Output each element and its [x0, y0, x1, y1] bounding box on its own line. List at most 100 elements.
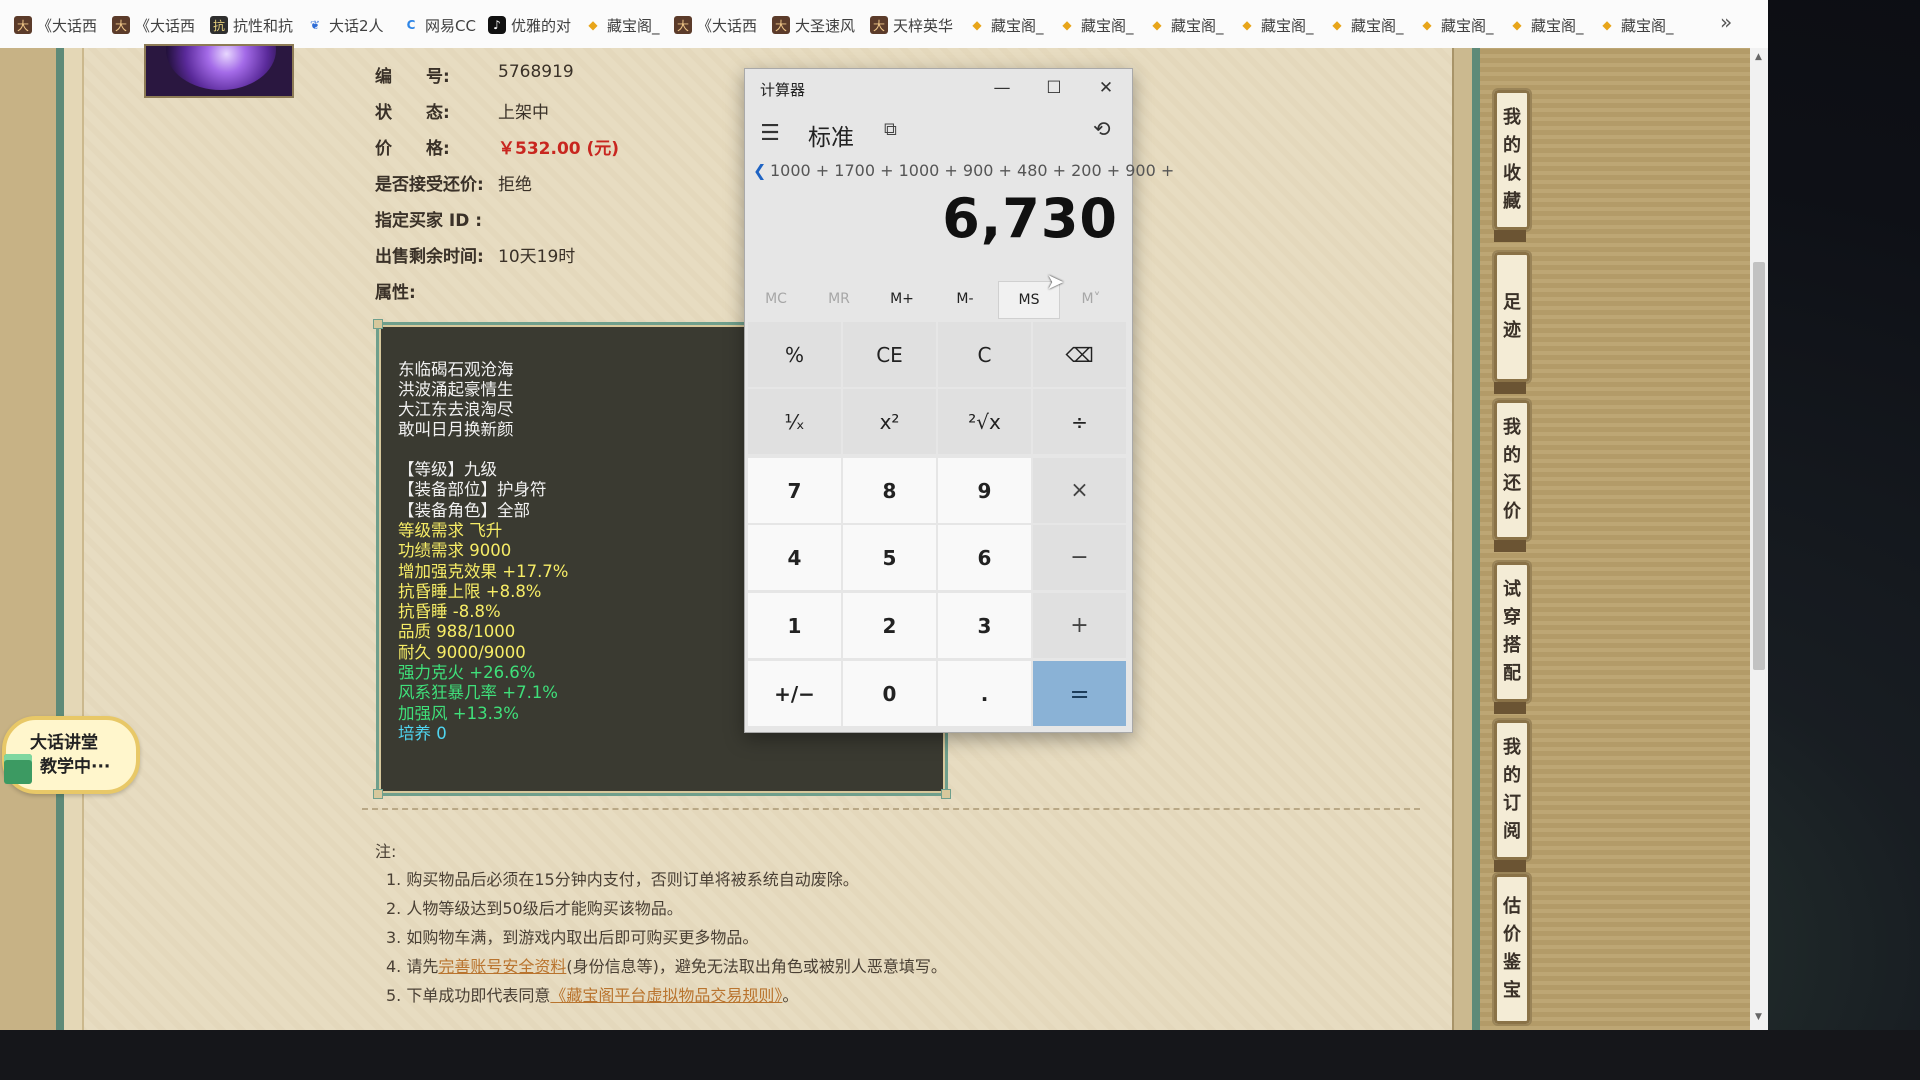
- bookmark-item[interactable]: ❦ 大话2人: [306, 12, 394, 38]
- attribute-line: 等级需求 飞升: [398, 520, 503, 540]
- digit-4-key[interactable]: 4: [748, 525, 841, 590]
- rail-button-char: 阅: [1503, 821, 1521, 842]
- cangbaoge-icon: ◆: [1602, 18, 1612, 32]
- bookmark-item[interactable]: 抗抗性和抗: [210, 12, 298, 38]
- tutor-badge-line2: 教学中···: [40, 757, 111, 777]
- panel-corner: [941, 789, 951, 799]
- rail-button[interactable]: 我的收藏: [1492, 88, 1532, 232]
- digit-3-key[interactable]: 3: [938, 593, 1031, 658]
- add-key[interactable]: +: [1033, 593, 1126, 658]
- bookmark-label: 天梓英华: [893, 16, 954, 35]
- multiply-key[interactable]: ×: [1033, 458, 1126, 523]
- memory-button[interactable]: M˅: [1061, 281, 1121, 317]
- bookmark-item[interactable]: ◆ 藏宝阁_: [1238, 12, 1320, 38]
- clear-key[interactable]: C: [938, 322, 1031, 387]
- memory-button[interactable]: MC: [746, 281, 806, 317]
- bookmark-item[interactable]: C 网易CC: [402, 12, 480, 38]
- bookmark-item[interactable]: 大《大话西: [14, 12, 104, 38]
- rail-button[interactable]: 试穿搭配: [1492, 560, 1532, 704]
- notes-title: 注:: [375, 842, 397, 861]
- bookmark-item[interactable]: 大大圣速风: [772, 12, 862, 38]
- note-link[interactable]: 《藏宝阁平台虚拟物品交易规则》: [550, 986, 782, 1005]
- memory-button[interactable]: M+: [872, 281, 932, 317]
- rail-button-char: 藏: [1503, 191, 1521, 212]
- cangbaoge-icon: ◆: [588, 18, 598, 32]
- digit-9-key[interactable]: 9: [938, 458, 1031, 523]
- item-id-label: 编 号:: [375, 67, 450, 87]
- bookmark-item[interactable]: ◆ 藏宝阁_: [1148, 12, 1230, 38]
- item-status-value: 上架中: [498, 103, 549, 123]
- rail-button[interactable]: 我的还价: [1492, 398, 1532, 542]
- rail-divider: [1494, 540, 1526, 552]
- digit-7-key[interactable]: 7: [748, 458, 841, 523]
- rail-button[interactable]: 我的订阅: [1492, 718, 1532, 862]
- memory-button[interactable]: MR: [809, 281, 869, 317]
- bookmark-item[interactable]: 大《大话西: [674, 12, 764, 38]
- attribute-line: 强力克火 +26.6%: [398, 663, 536, 682]
- rail-divider: [1494, 702, 1526, 714]
- square-key[interactable]: x²: [843, 389, 936, 454]
- digit-1-key[interactable]: 1: [748, 593, 841, 658]
- bookmark-item[interactable]: ◆ 藏宝阁_: [1418, 12, 1500, 38]
- negate-key[interactable]: +/−: [748, 661, 841, 726]
- bookmark-item[interactable]: ◆ 藏宝阁_: [968, 12, 1050, 38]
- bookmark-item[interactable]: ◆ 藏宝阁_: [1598, 12, 1692, 38]
- keep-on-top-icon[interactable]: ⧉: [884, 119, 897, 140]
- chevron-left-icon[interactable]: ❮: [753, 161, 766, 180]
- attribute-line: 培养 0: [398, 723, 447, 743]
- bookmark-label: 藏宝阁_: [1081, 16, 1134, 35]
- digit-5-key[interactable]: 5: [843, 525, 936, 590]
- bookmark-item[interactable]: 大天梓英华: [870, 12, 960, 38]
- maximize-button[interactable]: ☐: [1028, 69, 1080, 107]
- bookmark-item[interactable]: ◆ 藏宝阁_: [584, 12, 666, 38]
- scroll-thumb[interactable]: [1753, 262, 1765, 670]
- item-remaining-label: 出售剩余时间:: [375, 247, 484, 267]
- mouse-cursor-icon: ➤: [1046, 270, 1065, 295]
- cangbaoge-icon: ◆: [1422, 18, 1432, 32]
- scroll-down-arrow-icon[interactable]: ▼: [1755, 1012, 1762, 1022]
- hamburger-menu-icon[interactable]: ☰: [757, 119, 783, 147]
- digit-8-key[interactable]: 8: [843, 458, 936, 523]
- right-border: [1452, 48, 1474, 1030]
- percent-key[interactable]: %: [748, 322, 841, 387]
- history-icon[interactable]: ⟲: [1093, 117, 1111, 141]
- note-link[interactable]: 完善账号安全资料: [438, 957, 566, 976]
- bookmark-item[interactable]: ◆ 藏宝阁_: [1058, 12, 1140, 38]
- note-item: 2. 人物等级达到50级后才能购买该物品。: [386, 895, 683, 919]
- subtract-key[interactable]: −: [1033, 525, 1126, 590]
- rail-button[interactable]: 足迹: [1492, 250, 1532, 384]
- digit-0-key[interactable]: 0: [843, 661, 936, 726]
- rail-button-char: 鉴: [1503, 952, 1521, 973]
- attribute-line: 【装备部位】护身符: [398, 480, 547, 500]
- square-root-key[interactable]: ²√x: [938, 389, 1031, 454]
- digit-6-key[interactable]: 6: [938, 525, 1031, 590]
- rail-button-char: 配: [1503, 663, 1521, 684]
- decimal-key[interactable]: .: [938, 661, 1031, 726]
- scroll-up-arrow-icon[interactable]: ▲: [1755, 52, 1762, 62]
- note-item: 4. 请先完善账号安全资料(身份信息等)，避免无法取出角色或被别人恶意填写。: [386, 953, 947, 977]
- calculator-display: 6,730: [942, 187, 1118, 250]
- attribute-line: 【等级】九级: [398, 460, 497, 479]
- poem-line: 东临碣石观沧海: [398, 360, 514, 379]
- note-item: 5. 下单成功即代表同意《藏宝阁平台虚拟物品交易规则》。: [386, 982, 798, 1006]
- bookmark-item[interactable]: ◆ 藏宝阁_: [1328, 12, 1410, 38]
- close-button[interactable]: ✕: [1080, 69, 1132, 107]
- memory-button[interactable]: M-: [935, 281, 995, 317]
- bookmark-label: 藏宝阁_: [1171, 16, 1224, 35]
- panel-corner: [373, 319, 383, 329]
- bookmark-item[interactable]: 大《大话西: [112, 12, 202, 38]
- item-attr-label: 属性:: [375, 283, 416, 303]
- rail-button[interactable]: 估价鉴宝: [1492, 872, 1532, 1026]
- note-text: 5. 下单成功即代表同意: [386, 986, 551, 1005]
- bookmark-item[interactable]: ◆ 藏宝阁_: [1508, 12, 1590, 38]
- calculator-title: 计算器: [760, 81, 806, 99]
- minimize-button[interactable]: —: [976, 69, 1028, 107]
- bookmark-item[interactable]: ♪ 优雅的对: [488, 12, 576, 38]
- bookmarks-more-button[interactable]: »: [1720, 10, 1732, 34]
- divide-key[interactable]: ÷: [1033, 389, 1126, 454]
- digit-2-key[interactable]: 2: [843, 593, 936, 658]
- equals-key[interactable]: =: [1033, 661, 1126, 726]
- reciprocal-key[interactable]: ¹⁄ₓ: [748, 389, 841, 454]
- clear-entry-key[interactable]: CE: [843, 322, 936, 387]
- backspace-key[interactable]: ⌫: [1033, 322, 1126, 387]
